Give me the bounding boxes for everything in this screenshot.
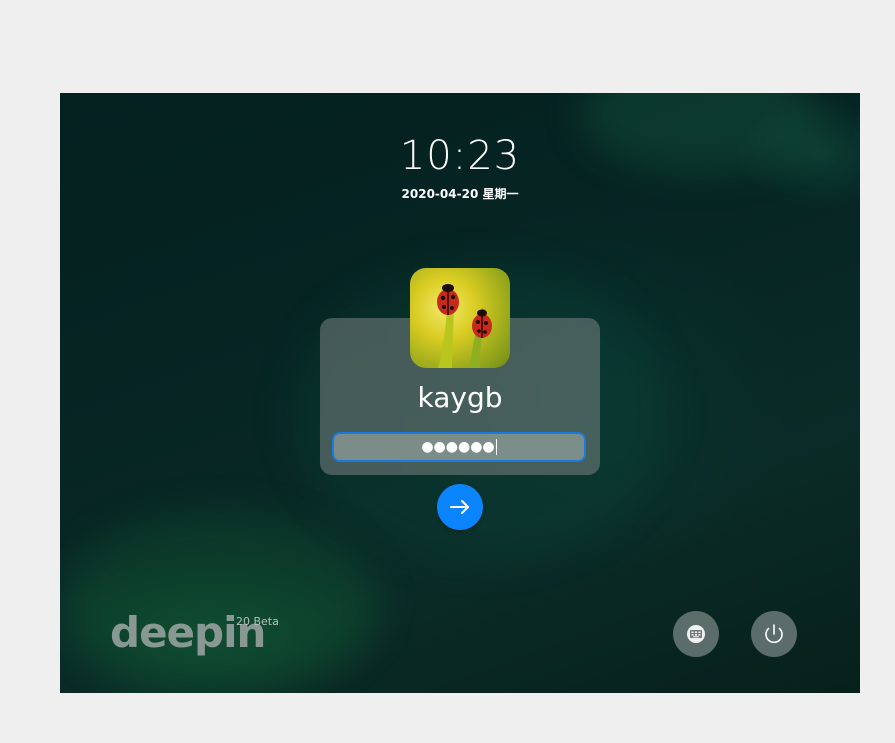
- username-label: kaygb: [417, 381, 503, 414]
- arrow-right-icon: [450, 500, 469, 514]
- clock-date: 2020-04-20 星期一: [401, 187, 519, 201]
- login-submit-button[interactable]: [437, 484, 483, 530]
- password-input[interactable]: ●●●●●●: [332, 432, 586, 462]
- clock-time: 10:23: [399, 133, 521, 179]
- keyboard-layout-button[interactable]: [673, 611, 719, 657]
- ladybug-photo-icon: [437, 284, 492, 368]
- keyboard-icon: [687, 625, 705, 643]
- version-label: 20 Beta: [236, 615, 279, 628]
- password-mask: ●●●●●●: [421, 439, 495, 455]
- user-avatar[interactable]: [410, 268, 510, 368]
- power-icon: [765, 624, 783, 644]
- text-caret: [495, 439, 497, 455]
- aurora-decoration: [60, 513, 380, 693]
- power-button[interactable]: [751, 611, 797, 657]
- lock-screen: 10:23 2020-04-20 星期一 kaygb ●●●●●● deepin…: [60, 93, 860, 693]
